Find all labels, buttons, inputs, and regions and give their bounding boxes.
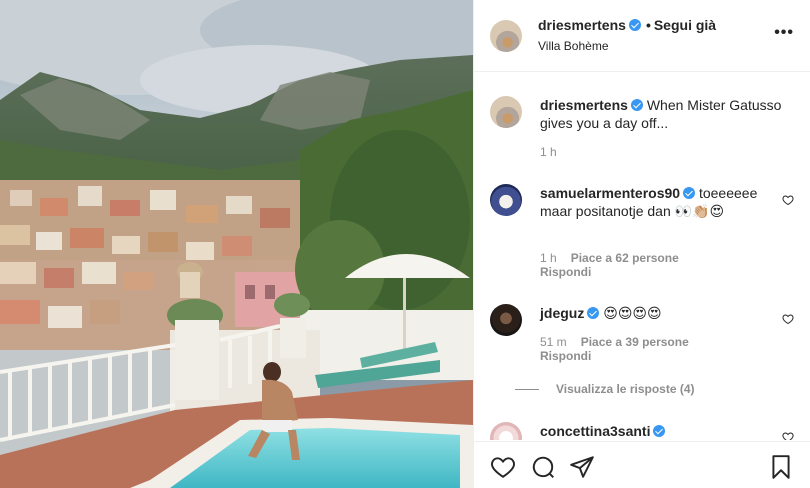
commenter-avatar[interactable] [490, 422, 522, 440]
post-image-scene [0, 0, 473, 488]
verified-badge-icon [587, 307, 600, 319]
verified-badge-icon [628, 19, 641, 31]
comment-text-block: jdeguz 😍😍😍😍 [540, 304, 764, 322]
caption: driesmertens When Mister Gatusso gives y… [490, 94, 794, 164]
author-avatar[interactable] [490, 20, 522, 52]
following-button[interactable]: Segui già [654, 17, 716, 33]
action-bar [474, 441, 810, 488]
caption-avatar[interactable] [490, 96, 522, 128]
more-options-icon[interactable]: ••• [774, 25, 794, 41]
heart-icon[interactable] [490, 454, 516, 480]
caption-time[interactable]: 1 h [540, 145, 557, 159]
caption-meta: 1 h [540, 145, 571, 159]
comment-likes[interactable]: Piace a 62 persone [571, 251, 679, 265]
caption-username[interactable]: driesmertens [540, 97, 628, 113]
comment-item: samuelarmenteros90 toeeeeee maar positan… [490, 182, 794, 282]
comment-icon[interactable] [530, 454, 556, 480]
comments-list[interactable]: driesmertens When Mister Gatusso gives y… [474, 73, 810, 440]
comment-meta: 1 h Piace a 62 persone [540, 251, 693, 265]
comment-text-block: samuelarmenteros90 toeeeeee maar positan… [540, 184, 764, 220]
comment-username[interactable]: samuelarmenteros90 [540, 185, 680, 201]
verified-badge-icon [630, 99, 643, 111]
commenter-avatar[interactable] [490, 184, 522, 216]
comment-likes[interactable]: Piace a 39 persone [581, 335, 689, 349]
comment-like-heart-icon[interactable] [782, 431, 794, 440]
post-photo[interactable] [0, 0, 473, 488]
paper-plane-icon[interactable] [569, 454, 595, 480]
comment-text-block: concettina3santi [540, 422, 764, 440]
caption-text-block: driesmertens When Mister Gatusso gives y… [540, 96, 784, 132]
comment-text: 😍😍😍😍 [603, 305, 662, 321]
comment-username[interactable]: jdeguz [540, 305, 584, 321]
commenter-avatar[interactable] [490, 304, 522, 336]
verified-badge-icon [683, 187, 696, 199]
comment-time[interactable]: 51 m [540, 335, 567, 349]
reply-button[interactable]: Rispondi [540, 349, 591, 363]
author-username[interactable]: driesmertens [538, 17, 626, 33]
post-side-panel: driesmertens • Segui già Villa Bohème ••• … [473, 0, 810, 488]
comment-like-heart-icon[interactable] [782, 313, 794, 325]
comment-username[interactable]: concettina3santi [540, 423, 650, 439]
view-replies-button[interactable]: Visualizza le risposte (4) [515, 382, 695, 396]
comment-item: jdeguz 😍😍😍😍 51 m Piace a 39 persone Rispo… [490, 302, 794, 402]
comment-like-heart-icon[interactable] [782, 194, 794, 206]
follow-separator: • [645, 17, 651, 33]
bookmark-icon[interactable] [768, 454, 794, 480]
verified-badge-icon [653, 425, 666, 437]
reply-button[interactable]: Rispondi [540, 265, 591, 279]
comment-meta: 51 m Piace a 39 persone [540, 335, 703, 349]
comment-item: concettina3santi [490, 420, 794, 440]
post-location[interactable]: Villa Bohème [538, 39, 609, 53]
comment-time[interactable]: 1 h [540, 251, 557, 265]
author-line: driesmertens • Segui già [538, 17, 716, 33]
post-header: driesmertens • Segui già Villa Bohème ••• [474, 0, 810, 72]
